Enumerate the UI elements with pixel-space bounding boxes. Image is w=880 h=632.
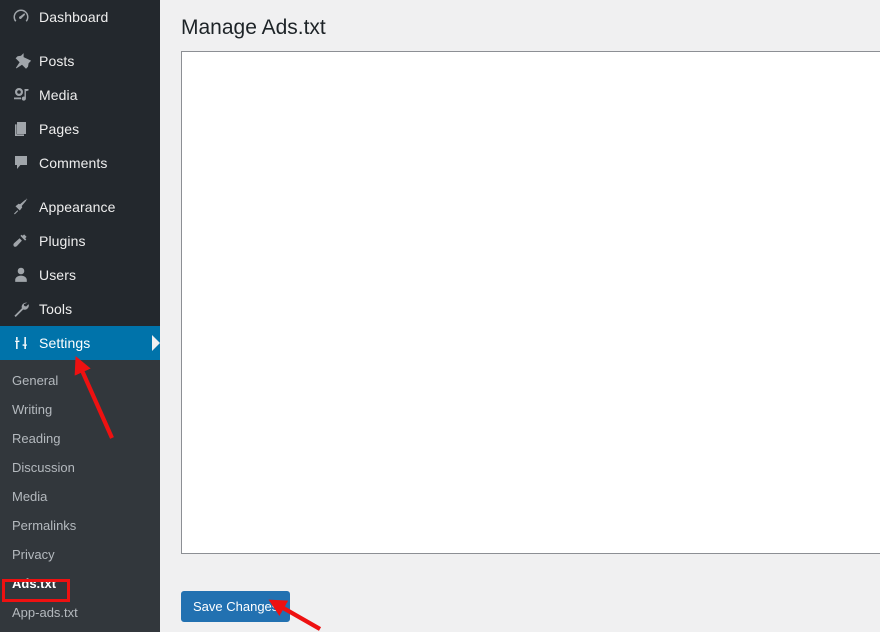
- main-content: Manage Ads.txt Save Changes: [160, 0, 880, 632]
- sidebar-item-label: Media: [39, 87, 78, 103]
- sidebar-item-plugins[interactable]: Plugins: [0, 224, 160, 258]
- admin-sidebar: Dashboard Posts Media Pages Comments App…: [0, 0, 160, 632]
- submenu-item-label: Privacy: [12, 547, 55, 562]
- media-icon: [14, 88, 29, 101]
- submenu-item-label: Reading: [12, 431, 61, 446]
- submenu-item-ads-txt[interactable]: Ads.txt: [0, 569, 160, 598]
- dashboard-icon: [13, 9, 29, 22]
- wrench-icon: [14, 302, 29, 317]
- sidebar-item-label: Posts: [39, 53, 75, 69]
- wordpress-admin-screen: Dashboard Posts Media Pages Comments App…: [0, 0, 880, 632]
- sidebar-item-users[interactable]: Users: [0, 258, 160, 292]
- sidebar-item-settings[interactable]: Settings: [0, 326, 160, 360]
- submenu-item-writing[interactable]: Writing: [0, 395, 160, 424]
- submenu-item-app-ads-txt[interactable]: App-ads.txt: [0, 598, 160, 627]
- sidebar-item-label: Comments: [39, 155, 108, 171]
- sidebar-item-dashboard[interactable]: Dashboard: [0, 0, 160, 34]
- sidebar-item-appearance[interactable]: Appearance: [0, 190, 160, 224]
- submenu-item-general[interactable]: General: [0, 366, 160, 395]
- pin-icon: [15, 53, 31, 69]
- user-icon: [15, 267, 27, 282]
- settings-submenu: General Writing Reading Discussion Media…: [0, 360, 160, 632]
- submenu-item-label: Discussion: [12, 460, 75, 475]
- sidebar-item-label: Users: [39, 267, 77, 283]
- sidebar-item-label: Plugins: [39, 233, 86, 249]
- sidebar-item-media[interactable]: Media: [0, 78, 160, 112]
- sidebar-item-label: Appearance: [39, 199, 116, 215]
- sidebar-item-label: Settings: [39, 335, 91, 351]
- settings-sliders-icon: [15, 337, 27, 349]
- comment-icon: [15, 156, 27, 169]
- sidebar-item-tools[interactable]: Tools: [0, 292, 160, 326]
- ads-txt-textarea[interactable]: [181, 51, 880, 554]
- pages-icon: [15, 122, 26, 136]
- sidebar-item-posts[interactable]: Posts: [0, 44, 160, 78]
- sidebar-item-label: Pages: [39, 121, 80, 137]
- appearance-brush-icon: [14, 198, 28, 215]
- submenu-item-privacy[interactable]: Privacy: [0, 540, 160, 569]
- sidebar-item-label: Dashboard: [39, 9, 109, 25]
- submenu-item-label: General: [12, 373, 59, 388]
- plugin-icon: [13, 234, 27, 247]
- submenu-item-label: App-ads.txt: [12, 605, 78, 620]
- page-title: Manage Ads.txt: [181, 16, 326, 39]
- sidebar-item-label: Tools: [39, 301, 73, 317]
- sidebar-separator: [0, 180, 160, 190]
- sidebar-item-comments[interactable]: Comments: [0, 146, 160, 180]
- submenu-item-media[interactable]: Media: [0, 482, 160, 511]
- submenu-item-label: Permalinks: [12, 518, 77, 533]
- sidebar-item-pages[interactable]: Pages: [0, 112, 160, 146]
- submenu-item-label: Ads.txt: [12, 576, 57, 591]
- sidebar-separator: [0, 34, 160, 44]
- submenu-item-reading[interactable]: Reading: [0, 424, 160, 453]
- submenu-item-label: Media: [12, 489, 48, 504]
- submenu-item-permalinks[interactable]: Permalinks: [0, 511, 160, 540]
- submenu-item-discussion[interactable]: Discussion: [0, 453, 160, 482]
- submenu-item-label: Writing: [12, 402, 53, 417]
- save-changes-button[interactable]: Save Changes: [181, 591, 291, 622]
